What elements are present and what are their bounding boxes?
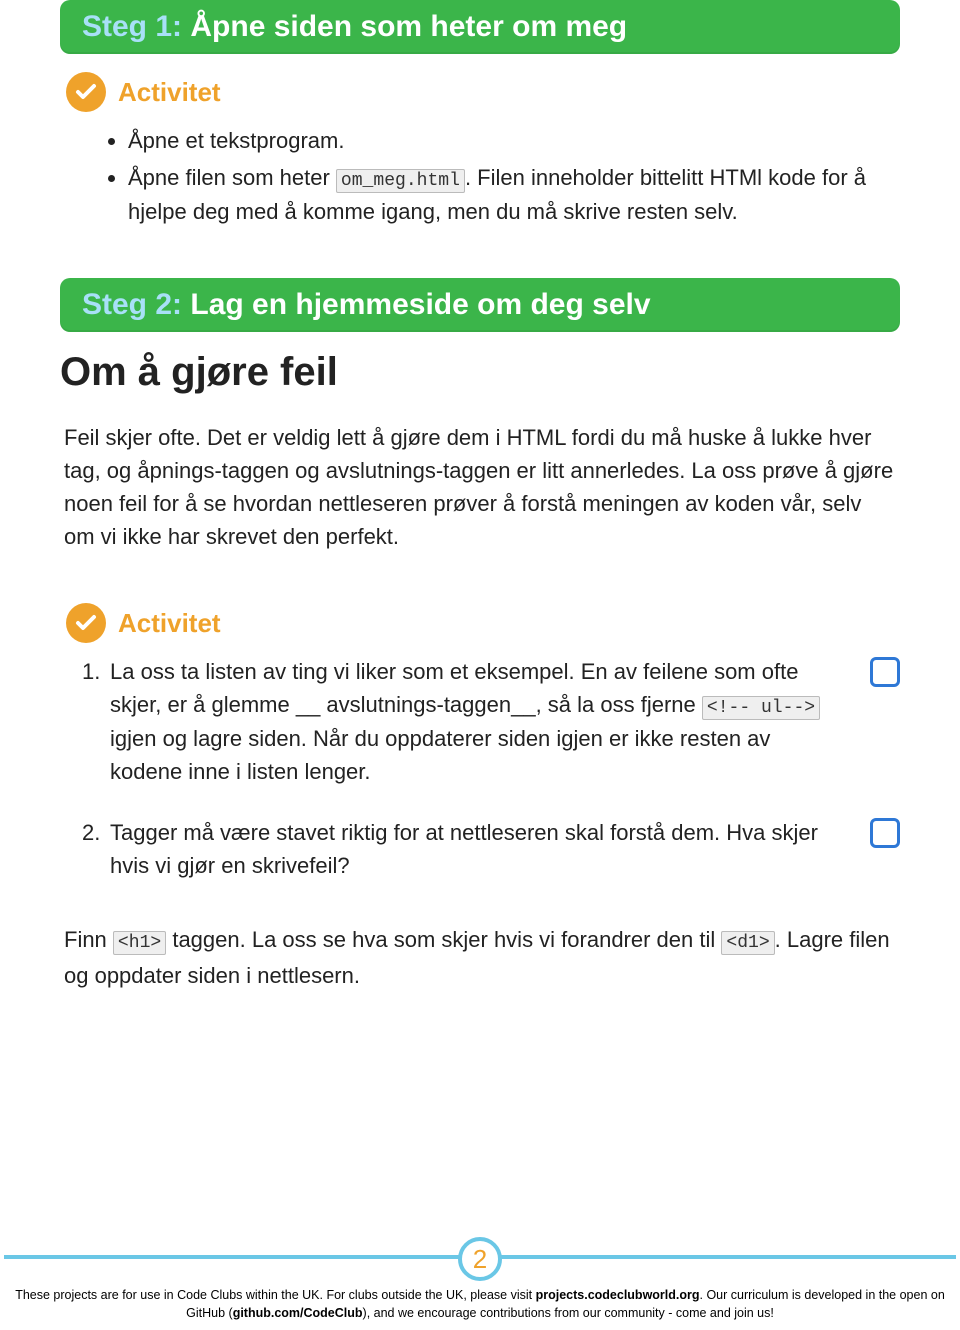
code-h1: <h1> [113, 931, 166, 955]
footer-link-1: projects.codeclubworld.org [536, 1288, 700, 1302]
bullet-2: Åpne filen som heter om_meg.html. Filen … [128, 161, 900, 228]
step-2-title: Steg 2: Lag en hjemmeside om deg selv [82, 288, 878, 322]
numbered-list: La oss ta listen av ting vi liker som et… [60, 655, 900, 882]
p2-part1: Finn [64, 927, 113, 952]
subheading: Om å gjøre feil [60, 350, 900, 395]
task-checkbox-2[interactable] [870, 818, 900, 848]
numlist-1-post: igjen og lagre siden. Når du oppdaterer … [110, 726, 770, 784]
footer-text: These projects are for use in Code Clubs… [0, 1281, 960, 1330]
step-2-title-text: Lag en hjemmeside om deg selv [190, 288, 650, 321]
page-number: 2 [458, 1237, 502, 1281]
step-1-bullet-list: Åpne et tekstprogram. Åpne filen som het… [60, 124, 900, 228]
step-2-label: Steg 2: [82, 288, 182, 321]
numlist-item-1: La oss ta listen av ting vi liker som et… [110, 655, 900, 788]
bullet-1: Åpne et tekstprogram. [128, 124, 900, 157]
activity-row-2: Activitet [60, 603, 900, 643]
footer-e: ), and we encourage contributions from o… [363, 1306, 774, 1320]
check-icon [66, 72, 106, 112]
bullet-2-pre: Åpne filen som heter [128, 165, 336, 190]
footer-a: These projects are for use in Code Clubs… [15, 1288, 535, 1302]
numlist-2-text: Tagger må være stavet riktig for at nett… [110, 820, 818, 878]
code-d1: <d1> [721, 931, 774, 955]
p2-part2: taggen. La oss se hva som skjer hvis vi … [166, 927, 721, 952]
check-icon [66, 603, 106, 643]
footer-link-2: github.com/CodeClub [233, 1306, 363, 1320]
task-checkbox-1[interactable] [870, 657, 900, 687]
activity-row-1: Activitet [60, 72, 900, 112]
page-footer: 2 These projects are for use in Code Clu… [0, 1255, 960, 1330]
paragraph-2: Finn <h1> taggen. La oss se hva som skje… [60, 922, 900, 993]
paragraph-1: Feil skjer ofte. Det er veldig lett å gj… [60, 421, 900, 553]
step-2-header: Steg 2: Lag en hjemmeside om deg selv [60, 278, 900, 332]
step-1-title: Steg 1: Åpne siden som heter om meg [82, 10, 878, 44]
numlist-1-pre: La oss ta listen av ting vi liker som et… [110, 659, 798, 717]
step-1-label: Steg 1: [82, 10, 182, 43]
numlist-item-2: Tagger må være stavet riktig for at nett… [110, 816, 900, 882]
step-1-header: Steg 1: Åpne siden som heter om meg [60, 0, 900, 54]
code-ul-comment: <!-- ul--> [702, 696, 820, 720]
code-om-meg: om_meg.html [336, 169, 465, 193]
step-1-title-text: Åpne siden som heter om meg [190, 10, 627, 43]
activity-label-1: Activitet [118, 77, 221, 108]
activity-label-2: Activitet [118, 608, 221, 639]
